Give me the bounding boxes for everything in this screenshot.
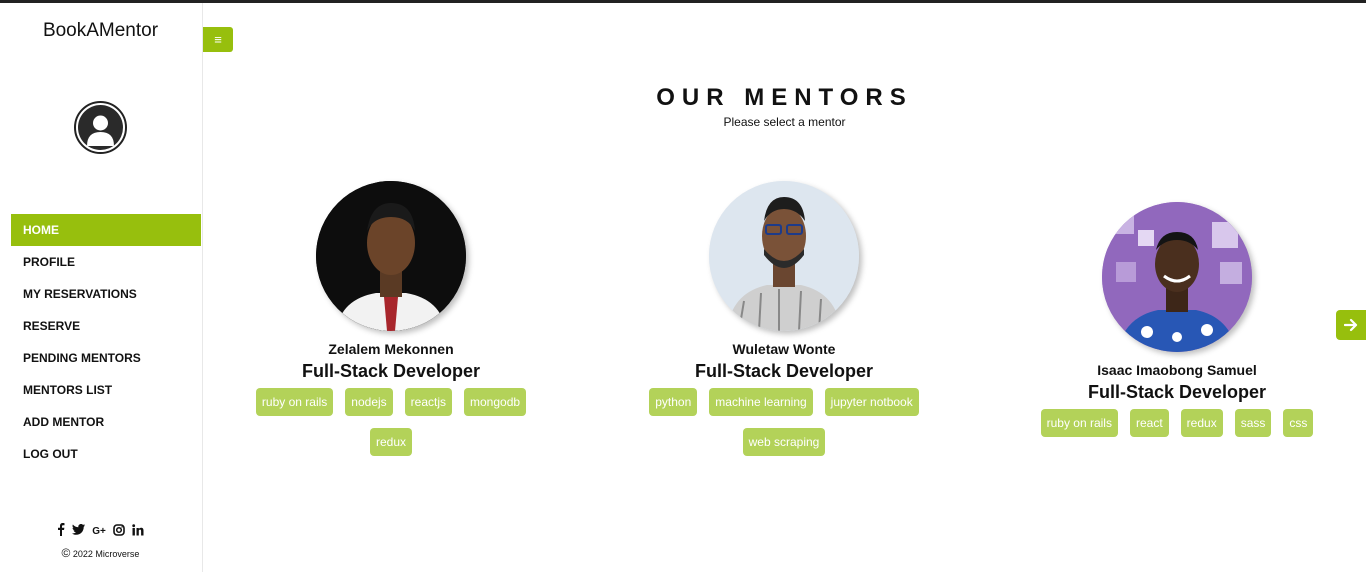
user-avatar[interactable]	[74, 101, 127, 154]
mentor-role: Full-Stack Developer	[694, 361, 874, 381]
skill-tag: reactjs	[404, 388, 453, 416]
facebook-icon[interactable]	[57, 523, 65, 539]
sidebar: BookAMentor HOME PROFILE MY RESERVATIONS…	[0, 3, 203, 572]
skill-tag: mongodb	[464, 388, 527, 416]
mentor-role: Full-Stack Developer	[301, 361, 481, 381]
linkedin-icon[interactable]	[132, 523, 144, 539]
mentor-name: Isaac Imaobong Samuel	[1097, 362, 1257, 378]
copyright-text: 2022 Microverse	[72, 549, 140, 559]
skill-tag: python	[649, 388, 698, 416]
skill-tag: machine learning	[709, 388, 813, 416]
page-title: OUR MENTORS	[656, 84, 913, 111]
skill-tags: ruby on rails react redux sass css	[1036, 409, 1318, 437]
instagram-icon[interactable]	[113, 523, 125, 539]
sidebar-item-home[interactable]: HOME	[11, 214, 201, 246]
mentor-card[interactable]: Isaac Imaobong Samuel Full-Stack Develop…	[1027, 202, 1327, 437]
mentor-role: Full-Stack Developer	[1087, 382, 1267, 402]
google-plus-icon[interactable]: G+	[92, 526, 106, 537]
copyright-icon: ©	[61, 546, 71, 560]
sidebar-item-mentors-list[interactable]: MENTORS LIST	[11, 374, 201, 406]
skill-tag: react	[1129, 409, 1169, 437]
skill-tag: ruby on rails	[1040, 409, 1118, 437]
skill-tag: jupyter notbook	[824, 388, 919, 416]
copyright: © 2022 Microverse	[0, 546, 201, 560]
skill-tags: ruby on rails nodejs reactjs mongodb red…	[250, 388, 532, 456]
hamburger-icon: ≡	[214, 32, 222, 47]
mentor-card[interactable]: Wuletaw Wonte Full-Stack Developer pytho…	[634, 181, 934, 456]
skill-tags: python machine learning jupyter notbook …	[643, 388, 925, 456]
skill-tag: nodejs	[345, 388, 393, 416]
sidebar-item-profile[interactable]: PROFILE	[11, 246, 201, 278]
user-icon	[78, 105, 123, 150]
twitter-icon[interactable]	[72, 524, 86, 538]
mentor-photo[interactable]	[316, 181, 466, 331]
skill-tag: redux	[369, 428, 413, 456]
page-subtitle: Please select a mentor	[723, 115, 846, 129]
social-links: G+	[0, 523, 201, 539]
skill-tag: sass	[1234, 409, 1272, 437]
top-border	[0, 0, 1366, 3]
mentor-card[interactable]: Zelalem Mekonnen Full-Stack Developer ru…	[241, 181, 541, 456]
skill-tag: ruby on rails	[255, 388, 334, 416]
mentor-name: Zelalem Mekonnen	[328, 341, 454, 357]
brand-logo[interactable]: BookAMentor	[0, 20, 201, 42]
sidebar-item-reserve[interactable]: RESERVE	[11, 310, 201, 342]
skill-tag: web scraping	[742, 428, 826, 456]
sidebar-item-my-reservations[interactable]: MY RESERVATIONS	[11, 278, 201, 310]
mentor-name: Wuletaw Wonte	[732, 341, 836, 357]
mentor-photo[interactable]	[1102, 202, 1252, 352]
skill-tag: css	[1283, 409, 1314, 437]
menu-toggle-button[interactable]: ≡	[203, 27, 233, 52]
sidebar-item-pending-mentors[interactable]: PENDING MENTORS	[11, 342, 201, 374]
arrow-right-icon	[1343, 316, 1358, 333]
sidebar-item-add-mentor[interactable]: ADD MENTOR	[11, 406, 201, 438]
next-mentors-button[interactable]	[1336, 310, 1366, 340]
sidebar-nav: HOME PROFILE MY RESERVATIONS RESERVE PEN…	[11, 214, 201, 470]
skill-tag: redux	[1180, 409, 1223, 437]
sidebar-item-log-out[interactable]: LOG OUT	[11, 438, 201, 470]
mentor-photo[interactable]	[709, 181, 859, 331]
